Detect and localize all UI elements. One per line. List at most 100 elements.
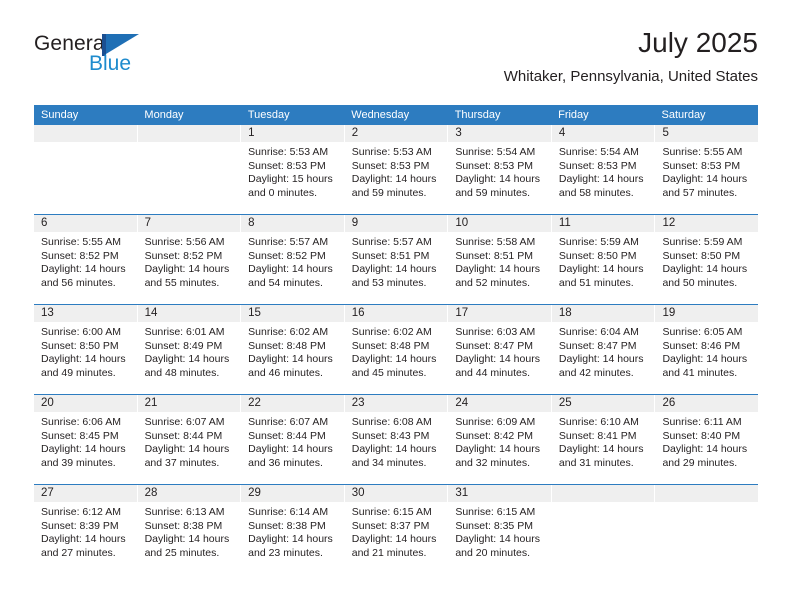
calendar-week-row: 20 Sunrise: 6:06 AM Sunset: 8:45 PM Dayligh… <box>34 394 759 484</box>
sunset-text: Sunset: 8:50 PM <box>662 249 741 262</box>
calendar-day-cell[interactable]: 23 Sunrise: 6:08 AM Sunset: 8:43 PM Dayligh… <box>344 395 449 484</box>
daylight-text-line1: Daylight: 14 hours <box>455 353 540 366</box>
day-number <box>137 125 241 142</box>
daylight-text-line1: Daylight: 14 hours <box>455 173 540 186</box>
sunset-text: Sunset: 8:52 PM <box>41 249 119 262</box>
sunset-text: Sunset: 8:44 PM <box>144 429 223 442</box>
sunset-text: Sunset: 8:53 PM <box>558 159 637 172</box>
calendar-day-cell[interactable]: 31 Sunrise: 6:15 AM Sunset: 8:35 PM Dayligh… <box>448 485 552 574</box>
calendar-grid: Sunday Monday Tuesday Wednesday Thursday… <box>34 105 759 574</box>
sunrise-text: Sunrise: 6:07 AM <box>248 416 329 428</box>
day-details: Sunrise: 6:01 AM Sunset: 8:49 PM Daylight:… <box>138 322 241 380</box>
day-details: Sunrise: 6:07 AM Sunset: 8:44 PM Daylight:… <box>138 412 241 470</box>
day-number: 24 <box>448 395 551 412</box>
calendar-day-cell[interactable]: 22 Sunrise: 6:07 AM Sunset: 8:44 PM Dayligh… <box>241 395 345 484</box>
calendar-day-cell[interactable]: 18 Sunrise: 6:04 AM Sunset: 8:47 PM Dayligh… <box>551 305 656 394</box>
sunrise-text: Sunrise: 5:55 AM <box>41 236 121 248</box>
sunset-text: Sunset: 8:53 PM <box>248 159 326 172</box>
calendar-day-cell[interactable]: 7 Sunrise: 5:56 AM Sunset: 8:52 PM Daylight… <box>137 215 242 304</box>
calendar-empty-cell <box>655 485 759 574</box>
calendar-day-cell[interactable]: 17 Sunrise: 6:03 AM Sunset: 8:47 PM Dayligh… <box>448 305 552 394</box>
day-details: Sunrise: 5:59 AM Sunset: 8:50 PM Daylight:… <box>552 232 655 290</box>
day-details: Sunrise: 6:02 AM Sunset: 8:48 PM Daylight:… <box>345 322 448 380</box>
calendar-day-cell[interactable]: 14 Sunrise: 6:01 AM Sunset: 8:49 PM Dayligh… <box>137 305 242 394</box>
calendar-day-cell[interactable]: 10 Sunrise: 5:58 AM Sunset: 8:51 PM Dayligh… <box>448 215 552 304</box>
daylight-text-line1: Daylight: 14 hours <box>351 263 437 276</box>
title-block: July 2025 Whitaker, Pennsylvania, United… <box>504 26 758 88</box>
sunrise-text: Sunrise: 6:07 AM <box>144 416 225 428</box>
daylight-text-line2: and 29 minutes. <box>662 456 738 469</box>
daylight-text-line2: and 32 minutes. <box>455 456 531 469</box>
calendar-day-cell[interactable]: 5 Sunrise: 5:55 AM Sunset: 8:53 PM Daylight… <box>655 125 759 214</box>
day-details: Sunrise: 6:07 AM Sunset: 8:44 PM Daylight:… <box>241 412 344 470</box>
sunset-text: Sunset: 8:49 PM <box>144 339 223 352</box>
daylight-text-line1: Daylight: 14 hours <box>144 533 230 546</box>
daylight-text-line2: and 20 minutes. <box>455 546 531 559</box>
calendar-day-cell[interactable]: 29 Sunrise: 6:14 AM Sunset: 8:38 PM Dayligh… <box>241 485 345 574</box>
day-number: 23 <box>344 395 448 412</box>
general-blue-logo[interactable]: General Blue <box>34 32 164 82</box>
daylight-text-line2: and 21 minutes. <box>351 546 427 559</box>
calendar-day-cell[interactable]: 27 Sunrise: 6:12 AM Sunset: 8:39 PM Dayligh… <box>34 485 138 574</box>
sunrise-text: Sunrise: 5:53 AM <box>351 146 432 158</box>
calendar-day-cell[interactable]: 11 Sunrise: 5:59 AM Sunset: 8:50 PM Dayligh… <box>551 215 656 304</box>
calendar-day-cell[interactable]: 19 Sunrise: 6:05 AM Sunset: 8:46 PM Dayligh… <box>655 305 759 394</box>
sunrise-text: Sunrise: 6:09 AM <box>455 416 536 428</box>
calendar-day-cell[interactable]: 21 Sunrise: 6:07 AM Sunset: 8:44 PM Dayligh… <box>137 395 242 484</box>
sunset-text: Sunset: 8:42 PM <box>455 429 533 442</box>
daylight-text-line1: Daylight: 14 hours <box>144 443 230 456</box>
calendar-day-cell[interactable]: 3 Sunrise: 5:54 AM Sunset: 8:53 PM Daylight… <box>448 125 552 214</box>
daylight-text-line2: and 0 minutes. <box>248 186 318 199</box>
sunrise-text: Sunrise: 6:01 AM <box>144 326 225 338</box>
daylight-text-line2: and 55 minutes. <box>144 276 220 289</box>
daylight-text-line2: and 27 minutes. <box>41 546 116 559</box>
weekday-header-sunday: Sunday <box>41 109 79 121</box>
calendar-day-cell[interactable]: 20 Sunrise: 6:06 AM Sunset: 8:45 PM Dayligh… <box>34 395 138 484</box>
calendar-day-cell[interactable]: 24 Sunrise: 6:09 AM Sunset: 8:42 PM Dayligh… <box>448 395 552 484</box>
day-details: Sunrise: 6:05 AM Sunset: 8:46 PM Daylight:… <box>655 322 758 380</box>
day-number: 15 <box>241 305 344 322</box>
calendar-day-cell[interactable]: 15 Sunrise: 6:02 AM Sunset: 8:48 PM Dayligh… <box>241 305 345 394</box>
daylight-text-line1: Daylight: 14 hours <box>351 533 437 546</box>
calendar-day-cell[interactable]: 2 Sunrise: 5:53 AM Sunset: 8:53 PM Daylight… <box>344 125 449 214</box>
sunset-text: Sunset: 8:48 PM <box>248 339 326 352</box>
day-details: Sunrise: 6:10 AM Sunset: 8:41 PM Daylight:… <box>552 412 655 470</box>
day-number: 25 <box>551 395 655 412</box>
daylight-text-line2: and 50 minutes. <box>662 276 738 289</box>
daylight-text-line1: Daylight: 14 hours <box>351 443 437 456</box>
calendar-week-row: 27 Sunrise: 6:12 AM Sunset: 8:39 PM Dayligh… <box>34 484 759 574</box>
daylight-text-line2: and 44 minutes. <box>455 366 531 379</box>
sunrise-text: Sunrise: 6:14 AM <box>248 506 329 518</box>
sunrise-text: Sunrise: 6:10 AM <box>558 416 639 428</box>
sunset-text: Sunset: 8:53 PM <box>351 159 430 172</box>
day-details: Sunrise: 5:56 AM Sunset: 8:52 PM Daylight:… <box>138 232 241 290</box>
flag-triangle <box>106 34 139 54</box>
page-title: July 2025 <box>638 27 758 58</box>
daylight-text-line2: and 49 minutes. <box>41 366 116 379</box>
daylight-text-line1: Daylight: 14 hours <box>558 353 644 366</box>
day-details: Sunrise: 5:59 AM Sunset: 8:50 PM Daylight:… <box>655 232 758 290</box>
day-number: 27 <box>34 485 137 502</box>
calendar-day-cell[interactable]: 25 Sunrise: 6:10 AM Sunset: 8:41 PM Dayligh… <box>551 395 656 484</box>
location-subtitle: Whitaker, Pennsylvania, United States <box>503 68 758 85</box>
calendar-day-cell[interactable]: 8 Sunrise: 5:57 AM Sunset: 8:52 PM Daylight… <box>241 215 345 304</box>
calendar-day-cell[interactable]: 26 Sunrise: 6:11 AM Sunset: 8:40 PM Dayligh… <box>655 395 759 484</box>
daylight-text-line1: Daylight: 14 hours <box>351 353 437 366</box>
calendar-day-cell[interactable]: 12 Sunrise: 5:59 AM Sunset: 8:50 PM Dayligh… <box>655 215 759 304</box>
sunrise-text: Sunrise: 6:03 AM <box>455 326 536 338</box>
day-number: 4 <box>551 125 655 142</box>
sunrise-text: Sunrise: 6:02 AM <box>351 326 432 338</box>
calendar-day-cell[interactable]: 6 Sunrise: 5:55 AM Sunset: 8:52 PM Daylight… <box>34 215 138 304</box>
sunset-text: Sunset: 8:53 PM <box>455 159 533 172</box>
calendar-day-cell[interactable]: 28 Sunrise: 6:13 AM Sunset: 8:38 PM Dayligh… <box>137 485 242 574</box>
sunrise-text: Sunrise: 6:06 AM <box>41 416 121 428</box>
calendar-day-cell[interactable]: 16 Sunrise: 6:02 AM Sunset: 8:48 PM Dayligh… <box>344 305 449 394</box>
calendar-day-cell[interactable]: 1 Sunrise: 5:53 AM Sunset: 8:53 PM Daylight… <box>241 125 345 214</box>
day-details: Sunrise: 5:53 AM Sunset: 8:53 PM Daylight:… <box>345 142 448 200</box>
sunrise-text: Sunrise: 6:00 AM <box>41 326 121 338</box>
calendar-day-cell[interactable]: 9 Sunrise: 5:57 AM Sunset: 8:51 PM Daylight… <box>344 215 449 304</box>
calendar-day-cell[interactable]: 30 Sunrise: 6:15 AM Sunset: 8:37 PM Dayligh… <box>344 485 449 574</box>
day-number: 3 <box>448 125 551 142</box>
calendar-day-cell[interactable]: 4 Sunrise: 5:54 AM Sunset: 8:53 PM Daylight… <box>551 125 656 214</box>
calendar-day-cell[interactable]: 13 Sunrise: 6:00 AM Sunset: 8:50 PM Dayligh… <box>34 305 138 394</box>
